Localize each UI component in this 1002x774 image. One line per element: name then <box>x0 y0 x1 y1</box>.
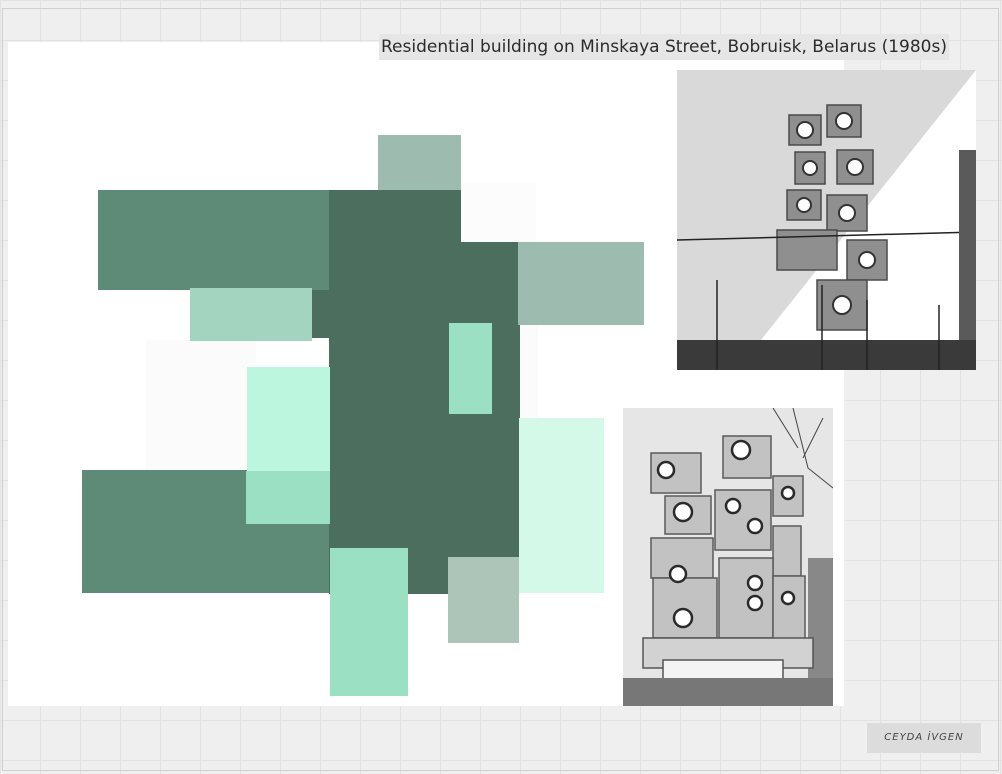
color-block <box>247 367 330 471</box>
photo-building-street <box>623 408 833 706</box>
color-block <box>519 418 604 593</box>
color-block <box>98 190 334 290</box>
author-signature: CEYDA İVGEN <box>867 723 981 753</box>
color-block <box>246 471 330 524</box>
color-block <box>330 548 408 696</box>
color-block <box>190 288 312 341</box>
color-block <box>449 323 492 414</box>
color-block <box>460 242 520 593</box>
photo-building-aerial <box>677 70 976 370</box>
color-block <box>460 183 536 243</box>
building-photo-icon <box>623 408 833 706</box>
color-block <box>448 557 519 643</box>
color-block <box>518 242 644 325</box>
page-title: Residential building on Minskaya Street,… <box>379 34 949 60</box>
building-photo-icon <box>677 70 976 370</box>
color-block <box>146 340 256 470</box>
color-block <box>329 190 461 594</box>
color-block <box>312 290 332 338</box>
color-block <box>378 135 461 190</box>
